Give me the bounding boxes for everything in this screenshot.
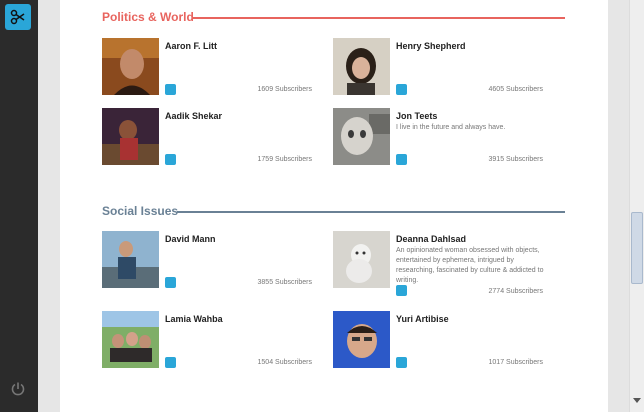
person-name[interactable]: Jon Teets [396,111,437,121]
twitter-icon[interactable] [396,84,407,95]
person-name[interactable]: Deanna Dahlsad [396,234,466,244]
avatar[interactable] [333,311,390,368]
avatar[interactable] [333,38,390,95]
twitter-icon[interactable] [165,154,176,165]
avatar[interactable] [333,231,390,288]
person-card[interactable]: Yuri Artibise 1017 Subscribers [333,311,543,371]
person-card[interactable]: David Mann 3855 Subscribers [102,231,312,291]
person-name[interactable]: David Mann [165,234,216,244]
person-card[interactable]: Deanna Dahlsad An opinionated woman obse… [333,231,544,296]
twitter-icon[interactable] [165,277,176,288]
twitter-icon[interactable] [165,357,176,368]
person-card[interactable]: Jon Teets I live in the future and alway… [333,108,543,168]
section-title-politics: Politics & World [102,10,194,24]
twitter-icon[interactable] [396,154,407,165]
section-title-social-issues: Social Issues [102,204,179,218]
subscriber-count: 1504 Subscribers [257,359,312,366]
person-card[interactable]: Lamia Wahba 1504 Subscribers [102,311,312,371]
subscriber-count: 1017 Subscribers [488,359,543,366]
person-name[interactable]: Yuri Artibise [396,314,449,324]
person-name[interactable]: Aaron F. Litt [165,41,217,51]
person-card[interactable]: Aadik Shekar 1759 Subscribers [102,108,312,168]
subscriber-count: 3855 Subscribers [257,279,312,286]
subscriber-count: 1609 Subscribers [257,86,312,93]
power-icon[interactable] [10,381,26,397]
scrollbar[interactable] [629,0,644,412]
person-card[interactable]: Henry Shepherd 4605 Subscribers [333,38,543,98]
twitter-icon[interactable] [396,357,407,368]
person-bio: An opinionated woman obsessed with objec… [396,247,544,284]
avatar[interactable] [333,108,390,165]
scissors-icon[interactable] [5,4,31,30]
sidebar [0,0,38,412]
subscriber-count: 3915 Subscribers [488,156,543,163]
subscriber-count: 2774 Subscribers [488,288,543,295]
twitter-icon[interactable] [165,84,176,95]
avatar[interactable] [102,231,159,288]
avatar[interactable] [102,38,159,95]
subscriber-count: 1759 Subscribers [257,156,312,163]
section-divider [177,211,565,213]
person-bio: I live in the future and always have. [396,124,506,131]
subscriber-count: 4605 Subscribers [488,86,543,93]
avatar[interactable] [102,108,159,165]
person-card[interactable]: Aaron F. Litt 1609 Subscribers [102,38,312,98]
scrollbar-thumb[interactable] [631,212,643,284]
scroll-down-icon[interactable] [633,398,641,403]
person-name[interactable]: Aadik Shekar [165,111,222,121]
person-name[interactable]: Henry Shepherd [396,41,466,51]
section-divider [192,17,565,19]
twitter-icon[interactable] [396,285,407,296]
avatar[interactable] [102,311,159,368]
person-name[interactable]: Lamia Wahba [165,314,223,324]
